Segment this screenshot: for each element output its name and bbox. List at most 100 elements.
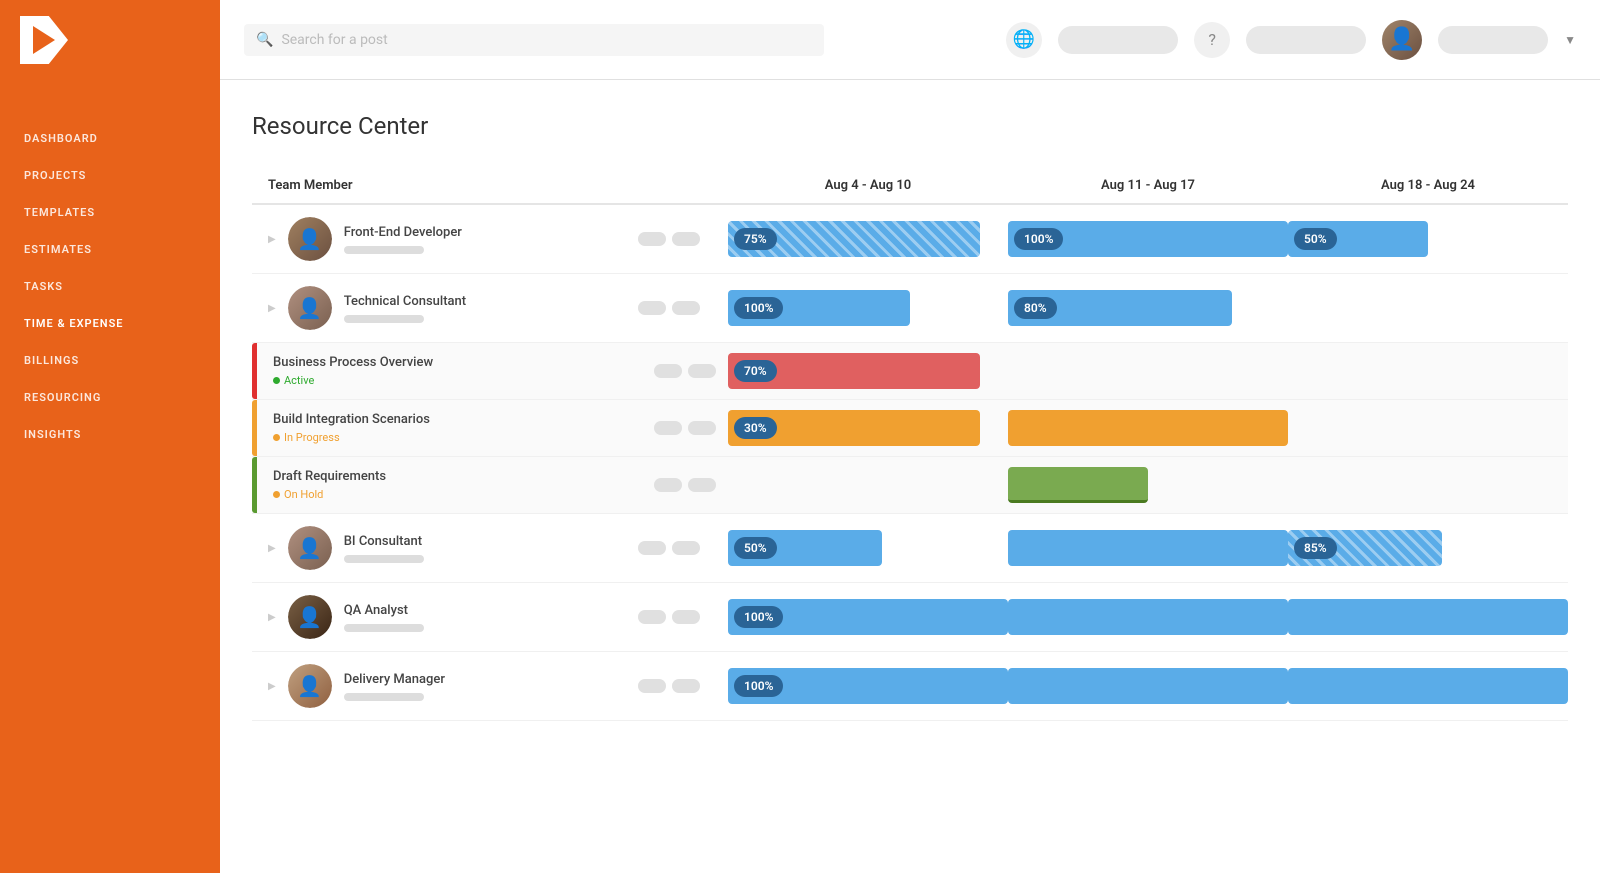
bar-cell [1008, 343, 1288, 400]
notifications-icon[interactable]: 🌐 [1006, 22, 1042, 58]
action-pills [642, 364, 728, 378]
search-placeholder: Search for a post [281, 32, 387, 48]
member-cell: ▶ 👤 Front-End Developer [252, 204, 728, 274]
user-menu-chevron[interactable]: ▼ [1564, 33, 1576, 47]
pill-1 [638, 679, 666, 693]
bar-cell: 100% [1008, 204, 1288, 274]
table-row: Draft Requirements On Hold [252, 457, 1568, 514]
avatar: 👤 [288, 286, 332, 330]
pill-1 [638, 301, 666, 315]
member-subtitle [344, 555, 424, 563]
sidebar-item-estimates[interactable]: ESTIMATES [0, 231, 220, 268]
table-row: Build Integration Scenarios In Progress … [252, 400, 1568, 457]
avatar-image: 👤 [1382, 20, 1422, 60]
member-subtitle [344, 624, 424, 632]
percentage-badge: 70% [734, 360, 777, 382]
bar-cell: 85% [1288, 514, 1568, 583]
pill-2 [672, 610, 700, 624]
user-status [1246, 26, 1366, 54]
percentage-badge: 30% [734, 417, 777, 439]
member-info: BI Consultant [344, 534, 614, 563]
member-cell: ▶ 👤 QA Analyst [252, 583, 728, 652]
member-info: Technical Consultant [344, 294, 614, 323]
bar-cell [1008, 457, 1288, 514]
main-area: 🔍 Search for a post 🌐 ? 👤 ▼ Resource Cen… [220, 0, 1600, 873]
project-info: Business Process Overview Active [257, 343, 642, 399]
sidebar-item-templates[interactable]: TEMPLATES [0, 194, 220, 231]
member-info: Front-End Developer [344, 225, 614, 254]
percentage-badge: 100% [734, 297, 783, 319]
pill-1 [638, 541, 666, 555]
bar-cell [1008, 400, 1288, 457]
table-row: ▶ 👤 Front-End Developer 75% [252, 204, 1568, 274]
sidebar-item-dashboard[interactable]: DASHBOARD [0, 120, 220, 157]
status-indicator [1058, 26, 1178, 54]
sidebar-item-insights[interactable]: INSIGHTS [0, 416, 220, 453]
bar-cell [728, 457, 1008, 514]
table-row: ▶ 👤 BI Consultant 50% [252, 514, 1568, 583]
table-row: ▶ 👤 Delivery Manager 100% [252, 652, 1568, 721]
bar-cell: 100% [728, 652, 1008, 721]
expand-icon[interactable]: ▶ [268, 303, 276, 314]
status-dot [273, 434, 280, 441]
action-pills [642, 478, 728, 492]
member-name: QA Analyst [344, 603, 614, 618]
member-name: Technical Consultant [344, 294, 614, 309]
pill-1 [654, 478, 682, 492]
bar-cell [1288, 274, 1568, 343]
project-info: Draft Requirements On Hold [257, 457, 642, 513]
sidebar-item-billings[interactable]: BILLINGS [0, 342, 220, 379]
avatar[interactable]: 👤 [1382, 20, 1422, 60]
search-icon: 🔍 [256, 32, 273, 48]
bar-cell: 50% [1288, 204, 1568, 274]
project-name: Business Process Overview [273, 355, 626, 370]
col-period1-header: Aug 4 - Aug 10 [728, 168, 1008, 204]
app-logo[interactable] [0, 0, 220, 80]
bar-cell: 70% [728, 343, 1008, 400]
project-status: Active [273, 374, 626, 387]
project-status: In Progress [273, 431, 626, 444]
bar-cell [1288, 652, 1568, 721]
member-info: QA Analyst [344, 603, 614, 632]
project-info: Build Integration Scenarios In Progress [257, 400, 642, 456]
action-pills [626, 610, 712, 624]
expand-icon[interactable]: ▶ [268, 681, 276, 692]
pill-1 [638, 610, 666, 624]
pill-2 [672, 679, 700, 693]
member-cell: ▶ 👤 Technical Consultant [252, 274, 728, 343]
member-name: Front-End Developer [344, 225, 614, 240]
pill-1 [654, 364, 682, 378]
sidebar-item-projects[interactable]: PROJECTS [0, 157, 220, 194]
bar-cell [1288, 583, 1568, 652]
expand-icon[interactable]: ▶ [268, 234, 276, 245]
table-row: ▶ 👤 Technical Consultant 10 [252, 274, 1568, 343]
bar-cell [1288, 343, 1568, 400]
bar-cell [1008, 514, 1288, 583]
percentage-badge: 85% [1294, 537, 1337, 559]
status-label: On Hold [284, 488, 323, 501]
project-cell: Draft Requirements On Hold [252, 457, 728, 514]
member-cell: ▶ 👤 BI Consultant [252, 514, 728, 583]
sidebar-item-tasks[interactable]: TASKS [0, 268, 220, 305]
help-icon[interactable]: ? [1194, 22, 1230, 58]
action-pills [626, 541, 712, 555]
avatar: 👤 [288, 595, 332, 639]
col-period2-header: Aug 11 - Aug 17 [1008, 168, 1288, 204]
pill-1 [654, 421, 682, 435]
expand-icon[interactable]: ▶ [268, 543, 276, 554]
pill-2 [672, 541, 700, 555]
search-bar[interactable]: 🔍 Search for a post [244, 24, 824, 56]
project-cell: Build Integration Scenarios In Progress [252, 400, 728, 457]
percentage-badge: 80% [1014, 297, 1057, 319]
pill-2 [672, 301, 700, 315]
avatar: 👤 [288, 217, 332, 261]
expand-icon[interactable]: ▶ [268, 612, 276, 623]
sidebar-item-time-expense[interactable]: TIME & EXPENSE [0, 305, 220, 342]
status-label: In Progress [284, 431, 340, 444]
bar-cell: 75% [728, 204, 1008, 274]
table-row: ▶ 👤 QA Analyst 100% [252, 583, 1568, 652]
pill-2 [688, 478, 716, 492]
bar-cell [1288, 457, 1568, 514]
resource-table: Team Member Aug 4 - Aug 10 Aug 11 - Aug … [252, 168, 1568, 721]
sidebar-item-resourcing[interactable]: RESOURCING [0, 379, 220, 416]
